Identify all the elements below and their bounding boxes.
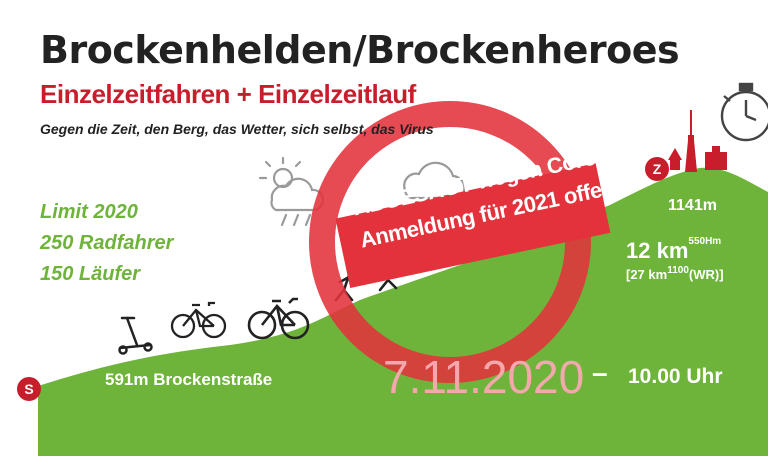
start-badge: S: [17, 377, 41, 401]
bicycle-icon: [170, 301, 227, 339]
distance-wr-label: [27 km1100(WR)]: [626, 265, 724, 282]
tower-icon: [668, 110, 727, 172]
date-time-dash: –: [592, 357, 608, 388]
limit-runners: 150 Läufer: [40, 263, 141, 285]
finish-badge: Z: [645, 157, 669, 181]
page-subtitle: Einzelzeitfahren + Einzelzeitlauf: [40, 79, 416, 109]
event-time: 10.00 Uhr: [628, 365, 723, 388]
summit-elevation-label: 1141m: [668, 197, 717, 214]
distance-value: 12 km: [626, 238, 689, 263]
distance-wr-suffix: (WR)]: [688, 267, 724, 282]
tagline: Gegen die Zeit, den Berg, das Wetter, si…: [40, 121, 434, 137]
start-elevation-label: 591m Brockenstraße: [105, 370, 273, 389]
limit-cyclists: 250 Radfahrer: [40, 232, 174, 254]
distance-label: 12 km550Hm: [626, 236, 722, 264]
scooter-icon: [118, 316, 153, 355]
distance-elevation: 550Hm: [688, 236, 722, 247]
event-date: 7.11.2020: [383, 351, 585, 403]
limit-year: Limit 2020: [40, 201, 138, 223]
page-title: Brockenhelden/Brockenheroes: [40, 28, 680, 72]
distance-wr-value: [27 km: [626, 267, 668, 282]
stopwatch-icon: [720, 82, 768, 142]
distance-wr-elevation: 1100: [667, 265, 689, 276]
